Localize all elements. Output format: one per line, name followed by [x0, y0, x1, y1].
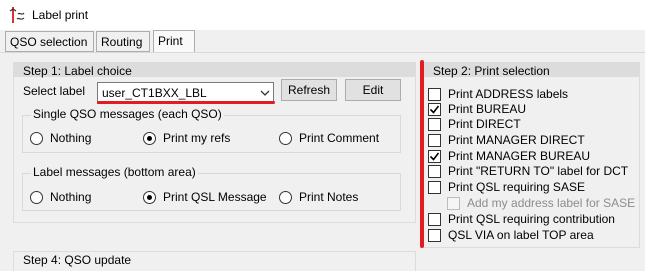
- checkbox-label: Print QSL requiring contribution: [448, 212, 615, 226]
- checkbox-label: QSL VIA on label TOP area: [448, 228, 594, 242]
- chevron-down-icon: [260, 90, 270, 96]
- checkbox-label: Print BUREAU: [448, 102, 527, 116]
- radio-label: Print Notes: [299, 190, 359, 204]
- title-bar: Label print: [0, 0, 645, 30]
- radio-indicator: [143, 131, 156, 145]
- label-print-qsl-message-radio[interactable]: Print QSL Message: [143, 190, 267, 204]
- label-select-value: user_CT1BXX_LBL: [102, 86, 207, 100]
- checkbox-indicator: [428, 164, 441, 178]
- checkbox-indicator: [428, 117, 441, 131]
- radio-indicator: [279, 190, 292, 204]
- refresh-button[interactable]: Refresh: [281, 79, 337, 101]
- radio-label: Nothing: [50, 131, 92, 145]
- add-address-sase-checkbox[interactable]: Add my address label for SASE: [447, 196, 635, 210]
- tab-routing[interactable]: Routing: [96, 31, 150, 52]
- checkbox-label: Print "RETURN TO" label for DCT: [448, 164, 629, 178]
- checkbox-indicator: [428, 228, 441, 242]
- select-label-caption: Select label: [23, 84, 86, 98]
- checkbox-label: Print QSL requiring SASE: [448, 180, 585, 194]
- label-print-notes-radio[interactable]: Print Notes: [279, 190, 358, 204]
- checkbox-indicator: [428, 87, 441, 101]
- radio-indicator: [143, 190, 156, 204]
- checkmark-icon: [429, 152, 440, 161]
- radio-label: Print Comment: [299, 131, 380, 145]
- radio-label: Print my refs: [163, 131, 231, 145]
- checkbox-label: Print DIRECT: [448, 117, 521, 131]
- checkbox-indicator: [428, 180, 441, 194]
- checkbox-label: Print MANAGER DIRECT: [448, 133, 585, 147]
- radio-label: Nothing: [50, 190, 92, 204]
- tab-qso-selection[interactable]: QSO selection: [5, 31, 94, 52]
- radio-label: Print QSL Message: [163, 190, 267, 204]
- checkbox-indicator: [428, 149, 441, 163]
- highlight-bar: [420, 60, 424, 248]
- app-icon: [9, 7, 25, 23]
- single-print-comment-radio[interactable]: Print Comment: [279, 131, 379, 145]
- radio-indicator: [30, 131, 43, 145]
- print-bureau-checkbox[interactable]: Print BUREAU: [428, 102, 526, 116]
- checkbox-indicator: [428, 102, 441, 116]
- print-sase-checkbox[interactable]: Print QSL requiring SASE: [428, 180, 585, 194]
- qsl-via-top-checkbox[interactable]: QSL VIA on label TOP area: [428, 228, 594, 242]
- checkmark-icon: [429, 105, 440, 114]
- checkbox-indicator: [428, 212, 441, 226]
- single-print-my-refs-radio[interactable]: Print my refs: [143, 131, 230, 145]
- checkbox-indicator: [447, 196, 460, 210]
- label-messages-group-title: Label messages (bottom area): [31, 165, 198, 179]
- print-manager-bureau-checkbox[interactable]: Print MANAGER BUREAU: [428, 149, 590, 163]
- single-nothing-radio[interactable]: Nothing: [30, 131, 91, 145]
- step1-title: Step 1: Label choice: [23, 64, 132, 78]
- single-qso-group-title: Single QSO messages (each QSO): [31, 107, 224, 121]
- window-title: Label print: [32, 8, 89, 22]
- print-manager-direct-checkbox[interactable]: Print MANAGER DIRECT: [428, 133, 585, 147]
- radio-indicator: [279, 131, 292, 145]
- highlight-underline: [97, 101, 275, 104]
- print-address-labels-checkbox[interactable]: Print ADDRESS labels: [428, 87, 568, 101]
- step4-panel: Step 4: QSO update: [13, 251, 416, 271]
- print-return-to-checkbox[interactable]: Print "RETURN TO" label for DCT: [428, 164, 628, 178]
- print-direct-checkbox[interactable]: Print DIRECT: [428, 117, 521, 131]
- checkbox-label: Print MANAGER BUREAU: [448, 149, 591, 163]
- checkbox-indicator: [428, 133, 441, 147]
- tab-print[interactable]: Print: [153, 30, 195, 53]
- radio-indicator: [30, 190, 43, 204]
- step2-title: Step 2: Print selection: [433, 64, 550, 78]
- edit-button[interactable]: Edit: [345, 79, 401, 101]
- checkbox-label: Print ADDRESS labels: [448, 87, 569, 101]
- label-nothing-radio[interactable]: Nothing: [30, 190, 91, 204]
- print-contribution-checkbox[interactable]: Print QSL requiring contribution: [428, 212, 615, 226]
- checkbox-label: Add my address label for SASE: [467, 196, 636, 210]
